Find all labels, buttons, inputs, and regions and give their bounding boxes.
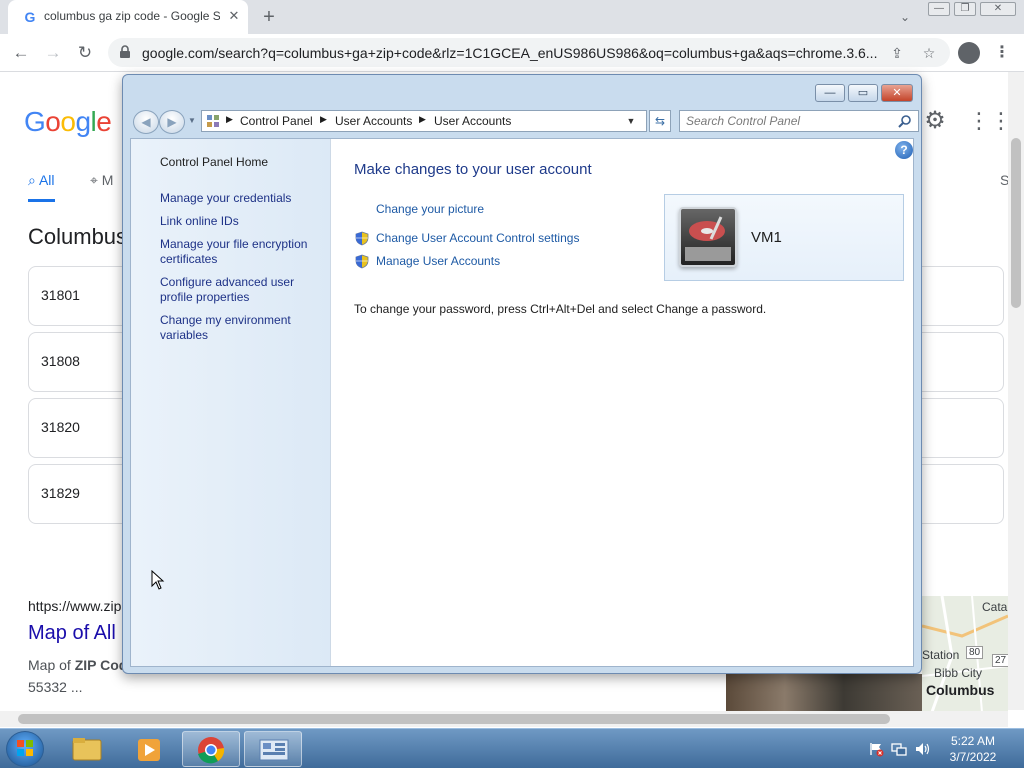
windows-start-icon[interactable] — [6, 731, 44, 767]
new-tab-icon[interactable]: + — [258, 6, 280, 28]
share-icon[interactable]: ⇪ — [888, 44, 906, 62]
cp-maximize-button[interactable]: ▭ — [848, 84, 878, 102]
result-cite-url: https://www.zip — [28, 598, 122, 614]
back-arrow-icon[interactable]: ← — [10, 42, 32, 64]
cp-search-input[interactable] — [686, 113, 892, 129]
chrome-menu-icon[interactable]: ⋮ — [994, 42, 1010, 64]
back-orb-icon[interactable]: ◀ — [133, 110, 159, 134]
sidebar-file-encryption[interactable]: Manage your file encryption certificates — [160, 237, 320, 267]
breadcrumb-arrow-icon[interactable]: ▶ — [419, 114, 426, 125]
taskbar-clock[interactable]: 5:22 AM 3/7/2022 — [938, 733, 1008, 765]
user-picture-turntable-icon[interactable] — [679, 207, 737, 267]
sidebar-advanced-profile[interactable]: Configure advanced user profile properti… — [160, 275, 320, 305]
bookmark-star-icon[interactable]: ☆ — [920, 44, 938, 62]
browser-minimize-button[interactable]: — — [928, 2, 950, 16]
lock-icon — [120, 45, 130, 58]
breadcrumb-control-panel[interactable]: Control Panel — [240, 114, 313, 128]
breadcrumb-user-accounts-current[interactable]: User Accounts — [434, 114, 511, 128]
uac-settings-link[interactable]: Change User Account Control settings — [376, 231, 579, 245]
forward-orb-icon[interactable]: ▶ — [159, 110, 185, 134]
tab-title: columbus ga zip code - Google Search — [44, 9, 220, 23]
google-answer-heading: Columbus — [28, 224, 128, 249]
vertical-scrollbar[interactable] — [1008, 72, 1024, 710]
forward-arrow-icon[interactable]: → — [42, 42, 64, 64]
control-panel-window: — ▭ ✕ ◀ ▶ ▼ ▶ Control Panel ▶ User Accou… — [122, 74, 922, 674]
sidebar-link-online-ids[interactable]: Link online IDs — [160, 214, 320, 229]
clock-time: 5:22 AM — [950, 734, 996, 748]
windows-taskbar: 5:22 AM 3/7/2022 — [0, 728, 1024, 768]
sidebar-manage-credentials[interactable]: Manage your credentials — [160, 191, 320, 206]
manage-user-accounts-link[interactable]: Manage User Accounts — [376, 254, 500, 268]
cp-address-bar[interactable]: ▶ Control Panel ▶ User Accounts ▶ User A… — [201, 110, 647, 132]
google-apps-grid-icon[interactable]: ⋮⋮ — [968, 108, 1012, 134]
cp-close-button[interactable]: ✕ — [881, 84, 913, 102]
address-dropdown-icon[interactable]: ▼ — [624, 114, 638, 128]
network-icon[interactable] — [891, 741, 907, 757]
recent-pages-chevron-icon[interactable]: ▼ — [188, 116, 196, 125]
uac-shield-icon — [355, 254, 369, 269]
browser-tab-strip: G columbus ga zip code - Google Search ✕… — [0, 0, 1024, 34]
cp-navigation-bar: ◀ ▶ ▼ ▶ Control Panel ▶ User Accounts ▶ … — [131, 108, 919, 136]
browser-tab[interactable]: G columbus ga zip code - Google Search ✕ — [8, 0, 248, 34]
uac-shield-icon — [355, 231, 369, 246]
account-name: VM1 — [751, 229, 782, 246]
google-logo[interactable]: Google — [24, 106, 112, 138]
media-player-taskbar-icon[interactable] — [120, 731, 178, 767]
browser-toolbar: ← → ↻ google.com/search?q=columbus+ga+zi… — [0, 34, 1024, 72]
file-explorer-taskbar-icon[interactable] — [58, 731, 116, 767]
change-picture-link[interactable]: Change your picture — [376, 202, 484, 216]
result-thumbnail-image[interactable] — [726, 674, 922, 712]
help-icon[interactable]: ? — [895, 141, 913, 159]
result-snippet: Map of ZIP Cod 55332 ... — [28, 657, 128, 695]
google-favicon-icon: G — [24, 9, 36, 25]
breadcrumb-user-accounts[interactable]: User Accounts — [335, 114, 412, 128]
cp-content-area: Control Panel Home Manage your credentia… — [130, 138, 914, 667]
chrome-taskbar-icon[interactable] — [182, 731, 240, 767]
horizontal-scroll-thumb[interactable] — [18, 714, 890, 724]
browser-close-button[interactable]: ✕ — [980, 2, 1016, 16]
google-settings-gear-icon[interactable]: ⚙ — [922, 108, 948, 134]
action-center-flag-icon[interactable] — [868, 741, 884, 757]
google-tab-all[interactable]: ⌕ All — [28, 172, 55, 202]
cp-search-box[interactable] — [679, 110, 919, 132]
url-text: google.com/search?q=columbus+ga+zip+code… — [142, 45, 878, 61]
account-card: VM1 — [664, 194, 904, 281]
sidebar-control-panel-home[interactable]: Control Panel Home — [160, 155, 320, 170]
sidebar-environment-variables[interactable]: Change my environment variables — [160, 313, 320, 343]
close-tab-icon[interactable]: ✕ — [226, 8, 242, 24]
browser-restore-button[interactable]: ❐ — [954, 2, 976, 16]
breadcrumb-arrow-icon[interactable]: ▶ — [226, 114, 233, 125]
google-tab-maps[interactable]: ⌖ M — [90, 172, 113, 189]
tab-search-chevron-icon[interactable]: ⌄ — [895, 8, 915, 26]
mouse-pointer-icon — [151, 570, 165, 590]
horizontal-scrollbar[interactable] — [0, 711, 1008, 727]
address-bar[interactable]: google.com/search?q=columbus+ga+zip+code… — [108, 38, 950, 67]
result-title-link[interactable]: Map of All — [28, 622, 116, 645]
profile-avatar-icon[interactable] — [958, 42, 980, 64]
page-title: Make changes to your user account — [354, 161, 592, 178]
cp-minimize-button[interactable]: — — [815, 84, 845, 102]
vertical-scroll-thumb[interactable] — [1011, 138, 1021, 308]
result-map-image[interactable]: Cata Station 80 27 Bibb City Columbus — [922, 596, 1008, 712]
password-instructions: To change your password, press Ctrl+Alt+… — [354, 302, 767, 316]
refresh-icon[interactable]: ⇆ — [649, 110, 671, 132]
reload-icon[interactable]: ↻ — [74, 42, 96, 64]
clock-date: 3/7/2022 — [949, 750, 997, 764]
control-panel-icon — [207, 115, 219, 127]
control-panel-taskbar-icon[interactable] — [244, 731, 302, 767]
breadcrumb-arrow-icon[interactable]: ▶ — [320, 114, 327, 125]
search-icon[interactable] — [898, 114, 912, 128]
volume-icon[interactable] — [914, 741, 930, 757]
